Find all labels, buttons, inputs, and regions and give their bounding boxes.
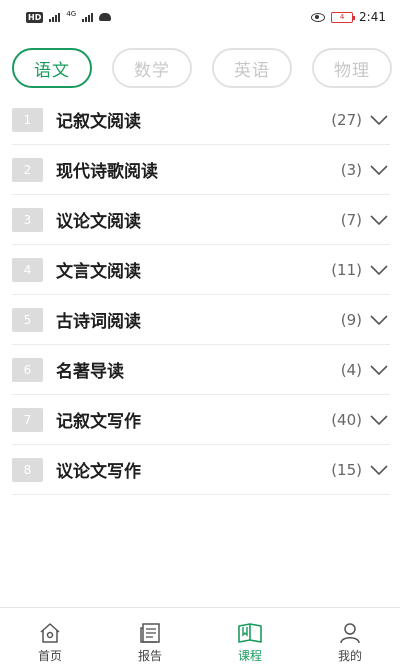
chapter-list: 1 记叙文阅读 (27) 2 现代诗歌阅读 (3) 3 议论文阅读 (7) 4 …	[12, 95, 390, 495]
index-badge: 2	[12, 157, 43, 182]
list-item[interactable]: 5 古诗词阅读 (9)	[12, 295, 390, 345]
nav-profile-label: 我的	[337, 649, 362, 663]
chevron-down-icon[interactable]	[370, 361, 388, 379]
item-title: 记叙文阅读	[56, 112, 141, 132]
item-count: (4)	[340, 360, 362, 379]
status-left: HD 4G	[26, 10, 112, 23]
course-book-icon	[237, 620, 263, 646]
chevron-down-icon[interactable]	[370, 261, 388, 279]
item-title: 议论文写作	[56, 462, 141, 482]
index-badge: 3	[12, 207, 43, 232]
nav-home[interactable]: 首页	[0, 608, 100, 666]
nav-profile[interactable]: 我的	[300, 608, 400, 666]
bottom-nav: 首页 报告 课程 我的	[0, 607, 400, 666]
chevron-down-icon[interactable]	[370, 311, 388, 329]
item-count: (11)	[331, 260, 362, 279]
tab-math[interactable]: 数学	[112, 48, 192, 88]
cloud-icon	[99, 13, 112, 21]
item-title: 名著导读	[56, 362, 124, 382]
tab-physics[interactable]: 物理	[312, 48, 392, 88]
chevron-down-icon[interactable]	[370, 211, 388, 229]
network-label: 4G	[66, 10, 77, 18]
battery-level: 4	[339, 13, 345, 21]
list-item[interactable]: 7 记叙文写作 (40)	[12, 395, 390, 445]
item-title: 文言文阅读	[56, 262, 141, 282]
item-count: (27)	[331, 110, 362, 129]
index-badge: 6	[12, 357, 43, 382]
tab-chinese[interactable]: 语文	[12, 48, 92, 88]
item-title: 记叙文写作	[56, 412, 141, 432]
list-item[interactable]: 3 议论文阅读 (7)	[12, 195, 390, 245]
hd-badge: HD	[26, 11, 44, 23]
item-count: (9)	[340, 310, 362, 329]
item-count: (40)	[331, 410, 362, 429]
nav-course[interactable]: 课程	[200, 608, 300, 666]
index-badge: 1	[12, 107, 43, 132]
profile-icon	[337, 620, 363, 646]
item-count: (15)	[331, 460, 362, 479]
list-item[interactable]: 2 现代诗歌阅读 (3)	[12, 145, 390, 195]
list-item[interactable]: 6 名著导读 (4)	[12, 345, 390, 395]
index-badge: 4	[12, 257, 43, 282]
battery-icon: 4	[331, 11, 356, 23]
status-right: 4 2:41	[311, 10, 386, 24]
status-bar: HD 4G 4 2:41	[0, 0, 400, 34]
nav-report[interactable]: 报告	[100, 608, 200, 666]
list-item[interactable]: 8 议论文写作 (15)	[12, 445, 390, 495]
subject-tabs: 语文 数学 英语 物理	[12, 48, 400, 88]
clock: 2:41	[359, 10, 386, 24]
item-count: (3)	[340, 160, 362, 179]
nav-report-label: 报告	[137, 649, 162, 663]
item-title: 议论文阅读	[56, 212, 141, 232]
nav-home-label: 首页	[37, 649, 62, 663]
index-badge: 8	[12, 457, 43, 482]
list-item[interactable]: 1 记叙文阅读 (27)	[12, 95, 390, 145]
chevron-down-icon[interactable]	[370, 161, 388, 179]
index-badge: 5	[12, 307, 43, 332]
chevron-down-icon[interactable]	[370, 411, 388, 429]
chevron-down-icon[interactable]	[370, 111, 388, 129]
item-count: (7)	[340, 210, 362, 229]
list-item[interactable]: 4 文言文阅读 (11)	[12, 245, 390, 295]
signal-icon-2	[82, 12, 94, 22]
item-title: 古诗词阅读	[56, 312, 141, 332]
report-icon	[137, 620, 163, 646]
signal-icon	[49, 12, 61, 22]
eye-comfort-icon	[311, 12, 326, 22]
item-title: 现代诗歌阅读	[56, 162, 158, 182]
chevron-down-icon[interactable]	[370, 461, 388, 479]
tab-english[interactable]: 英语	[212, 48, 292, 88]
home-icon	[37, 620, 63, 646]
nav-course-label: 课程	[237, 649, 262, 663]
index-badge: 7	[12, 407, 43, 432]
